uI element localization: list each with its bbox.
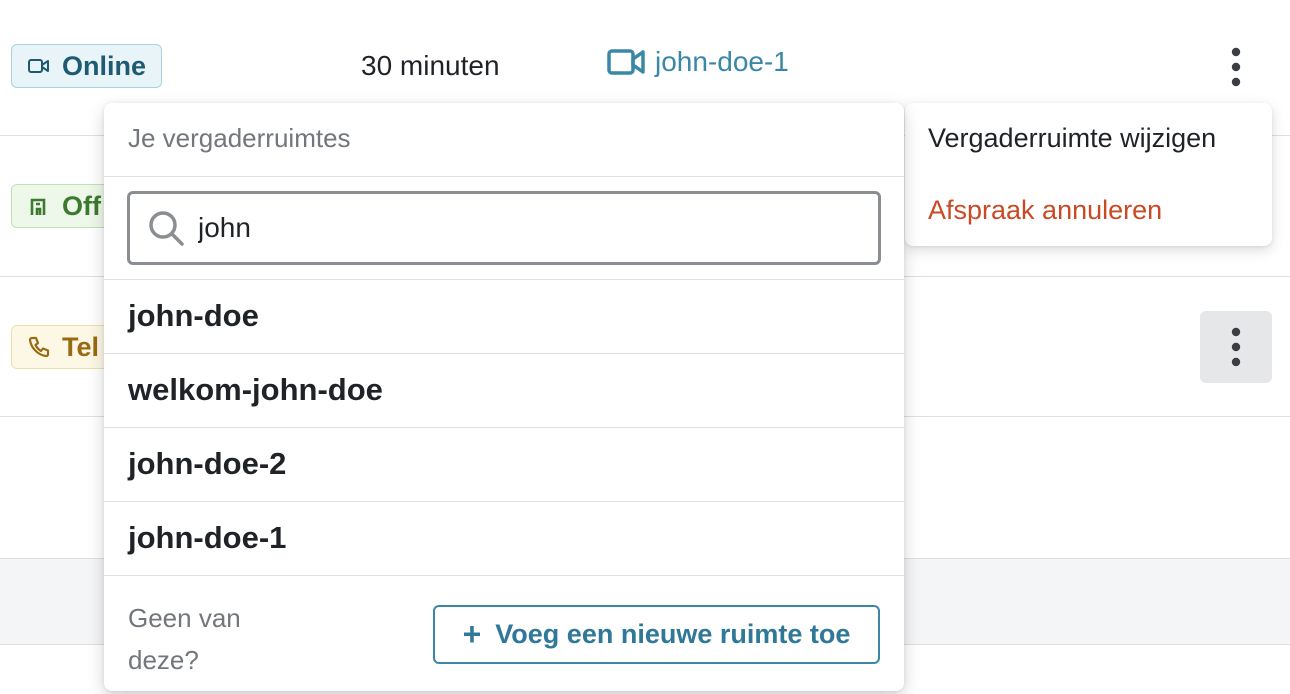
row-actions-button[interactable]: [1200, 311, 1272, 383]
video-camera-icon: [607, 47, 645, 77]
room-picker-title: Je vergaderruimtes: [128, 123, 351, 153]
divider: [104, 427, 904, 428]
location-badge-label: Tel: [62, 331, 100, 362]
room-link[interactable]: john-doe-1: [607, 46, 789, 78]
room-option[interactable]: welkom-john-doe: [128, 372, 383, 408]
more-vertical-icon: [1231, 327, 1241, 367]
location-badge-online: Online: [11, 44, 162, 88]
row-context-menu: Vergaderruimte wijzigen Afspraak annuler…: [905, 103, 1272, 246]
building-icon: [26, 193, 52, 219]
location-badge-label: Off: [62, 190, 101, 221]
room-picker-dropdown: Je vergaderruimtes john-doe welkom-john-…: [104, 103, 904, 691]
room-search-input[interactable]: [198, 212, 838, 244]
menu-item-cancel-appointment[interactable]: Afspraak annuleren: [928, 195, 1162, 226]
search-icon: [146, 208, 186, 248]
phone-icon: [26, 334, 52, 360]
plus-icon: +: [462, 616, 482, 652]
row-actions-button[interactable]: [1200, 31, 1272, 103]
room-link-label: john-doe-1: [655, 46, 789, 77]
location-badge-label: Online: [62, 50, 147, 81]
room-search-box[interactable]: [127, 191, 881, 265]
menu-item-change-room[interactable]: Vergaderruimte wijzigen: [928, 123, 1216, 154]
add-new-room-button[interactable]: + Voeg een nieuwe ruimte toe: [433, 605, 880, 664]
add-new-room-label: Voeg een nieuwe ruimte toe: [495, 619, 851, 649]
divider: [104, 176, 904, 177]
video-icon: [26, 53, 52, 79]
none-of-these-text: Geen van deze?: [128, 603, 241, 675]
room-option[interactable]: john-doe-2: [128, 446, 286, 482]
divider: [104, 279, 904, 280]
room-option[interactable]: john-doe: [128, 298, 259, 334]
divider: [104, 575, 904, 576]
duration-text: 30 minuten: [361, 50, 500, 81]
room-option[interactable]: john-doe-1: [128, 520, 286, 556]
more-vertical-icon: [1231, 47, 1241, 87]
divider: [104, 353, 904, 354]
divider: [104, 501, 904, 502]
